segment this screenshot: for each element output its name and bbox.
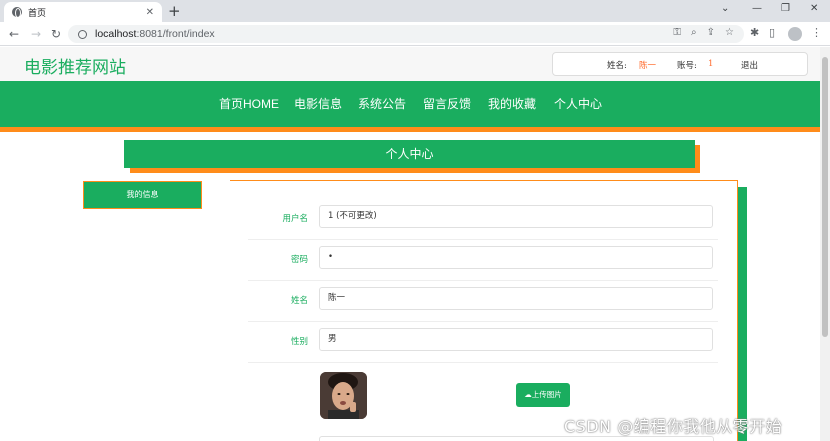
side-tab-my-info[interactable]: 我的信息 <box>83 181 202 209</box>
minimize-button[interactable]: — <box>752 3 762 14</box>
avatar <box>320 372 367 419</box>
upload-button-label: 上传图片 <box>531 390 562 399</box>
logout-button[interactable]: 退出 <box>741 59 758 71</box>
tab-search-icon[interactable]: ⌄ <box>721 3 729 14</box>
menu-icon[interactable]: ⋮ <box>811 26 822 39</box>
sidepanel-icon[interactable]: ▯ <box>769 26 775 39</box>
close-window-button[interactable]: ✕ <box>810 3 818 14</box>
nav-feedback[interactable]: 留言反馈 <box>423 95 471 112</box>
back-icon[interactable]: ← <box>9 26 19 42</box>
forward-icon[interactable]: → <box>31 26 41 42</box>
nav-profile[interactable]: 个人中心 <box>554 95 602 112</box>
page-viewport: 电影推荐网站 姓名: 陈一 账号: 1 退出 首页HOME 电影信息 系统公告 … <box>0 47 820 441</box>
username-input[interactable]: 1 (不可更改) <box>319 205 713 228</box>
address-bar[interactable]: localhost:8081/front/index ⚿ ⌕ ⇪ ☆ <box>68 25 744 43</box>
zoom-icon[interactable]: ⌕ <box>691 27 697 38</box>
name-field-label: 姓名 <box>290 296 308 306</box>
site-title[interactable]: 电影推荐网站 <box>24 53 126 78</box>
reload-icon[interactable]: ↻ <box>51 26 61 42</box>
site-info-icon[interactable] <box>78 29 87 39</box>
form-row-gender: 性别 男 <box>248 322 718 363</box>
account-label: 账号: <box>677 61 697 71</box>
nav-announcements[interactable]: 系统公告 <box>358 95 406 112</box>
gender-label: 性别 <box>290 337 308 347</box>
share-icon[interactable]: ⇪ <box>707 27 715 38</box>
maximize-button[interactable]: ❐ <box>781 3 790 14</box>
browser-tab[interactable]: 首页 ✕ <box>4 2 162 22</box>
url-path: :8081/front/index <box>136 28 215 40</box>
username-label: 用户名 <box>282 214 308 224</box>
form-row-name: 姓名 陈一 <box>248 281 718 322</box>
gender-input[interactable]: 男 <box>319 328 713 351</box>
tab-close-icon[interactable]: ✕ <box>146 7 154 18</box>
scrollbar-thumb[interactable] <box>822 57 828 337</box>
name-input[interactable]: 陈一 <box>319 287 713 310</box>
upload-image-button[interactable]: ☁上传图片 <box>516 383 570 407</box>
cloud-upload-icon: ☁ <box>524 390 532 399</box>
section-banner: 个人中心 <box>124 140 695 168</box>
name-value: 陈一 <box>639 61 657 71</box>
main-nav: 首页HOME 电影信息 系统公告 留言反馈 我的收藏 个人中心 <box>0 81 820 132</box>
url-host: localhost <box>95 28 137 40</box>
extensions-icon[interactable]: ✱ <box>750 26 759 39</box>
nav-movies[interactable]: 电影信息 <box>294 95 342 112</box>
password-input[interactable]: • <box>319 246 713 269</box>
watermark: CSDN @编程你我他从零开始 <box>564 417 783 436</box>
password-label: 密码 <box>290 255 308 265</box>
form-row-username: 用户名 1 (不可更改) <box>248 199 718 240</box>
bookmark-star-icon[interactable]: ☆ <box>725 27 734 38</box>
nav-home[interactable]: 首页HOME <box>219 95 279 112</box>
user-info-box: 姓名: 陈一 账号: 1 退出 <box>552 52 808 76</box>
name-label: 姓名: <box>607 61 627 71</box>
key-icon[interactable]: ⚿ <box>673 27 681 38</box>
profile-avatar-icon[interactable] <box>788 27 802 41</box>
form-row-password: 密码 • <box>248 240 718 281</box>
tab-title: 首页 <box>28 7 47 18</box>
new-tab-button[interactable]: + <box>168 2 181 20</box>
page-scrollbar[interactable] <box>820 47 830 441</box>
site-header: 电影推荐网站 姓名: 陈一 账号: 1 退出 <box>0 47 820 81</box>
browser-toolbar: ← → ↻ localhost:8081/front/index ⚿ ⌕ ⇪ ☆… <box>0 22 830 46</box>
browser-tabstrip: 首页 ✕ + ⌄ — ❐ ✕ <box>0 0 830 22</box>
nav-favorites[interactable]: 我的收藏 <box>488 95 536 112</box>
avatar-photo <box>320 372 367 419</box>
account-value: 1 <box>708 59 714 69</box>
globe-icon <box>12 7 22 18</box>
